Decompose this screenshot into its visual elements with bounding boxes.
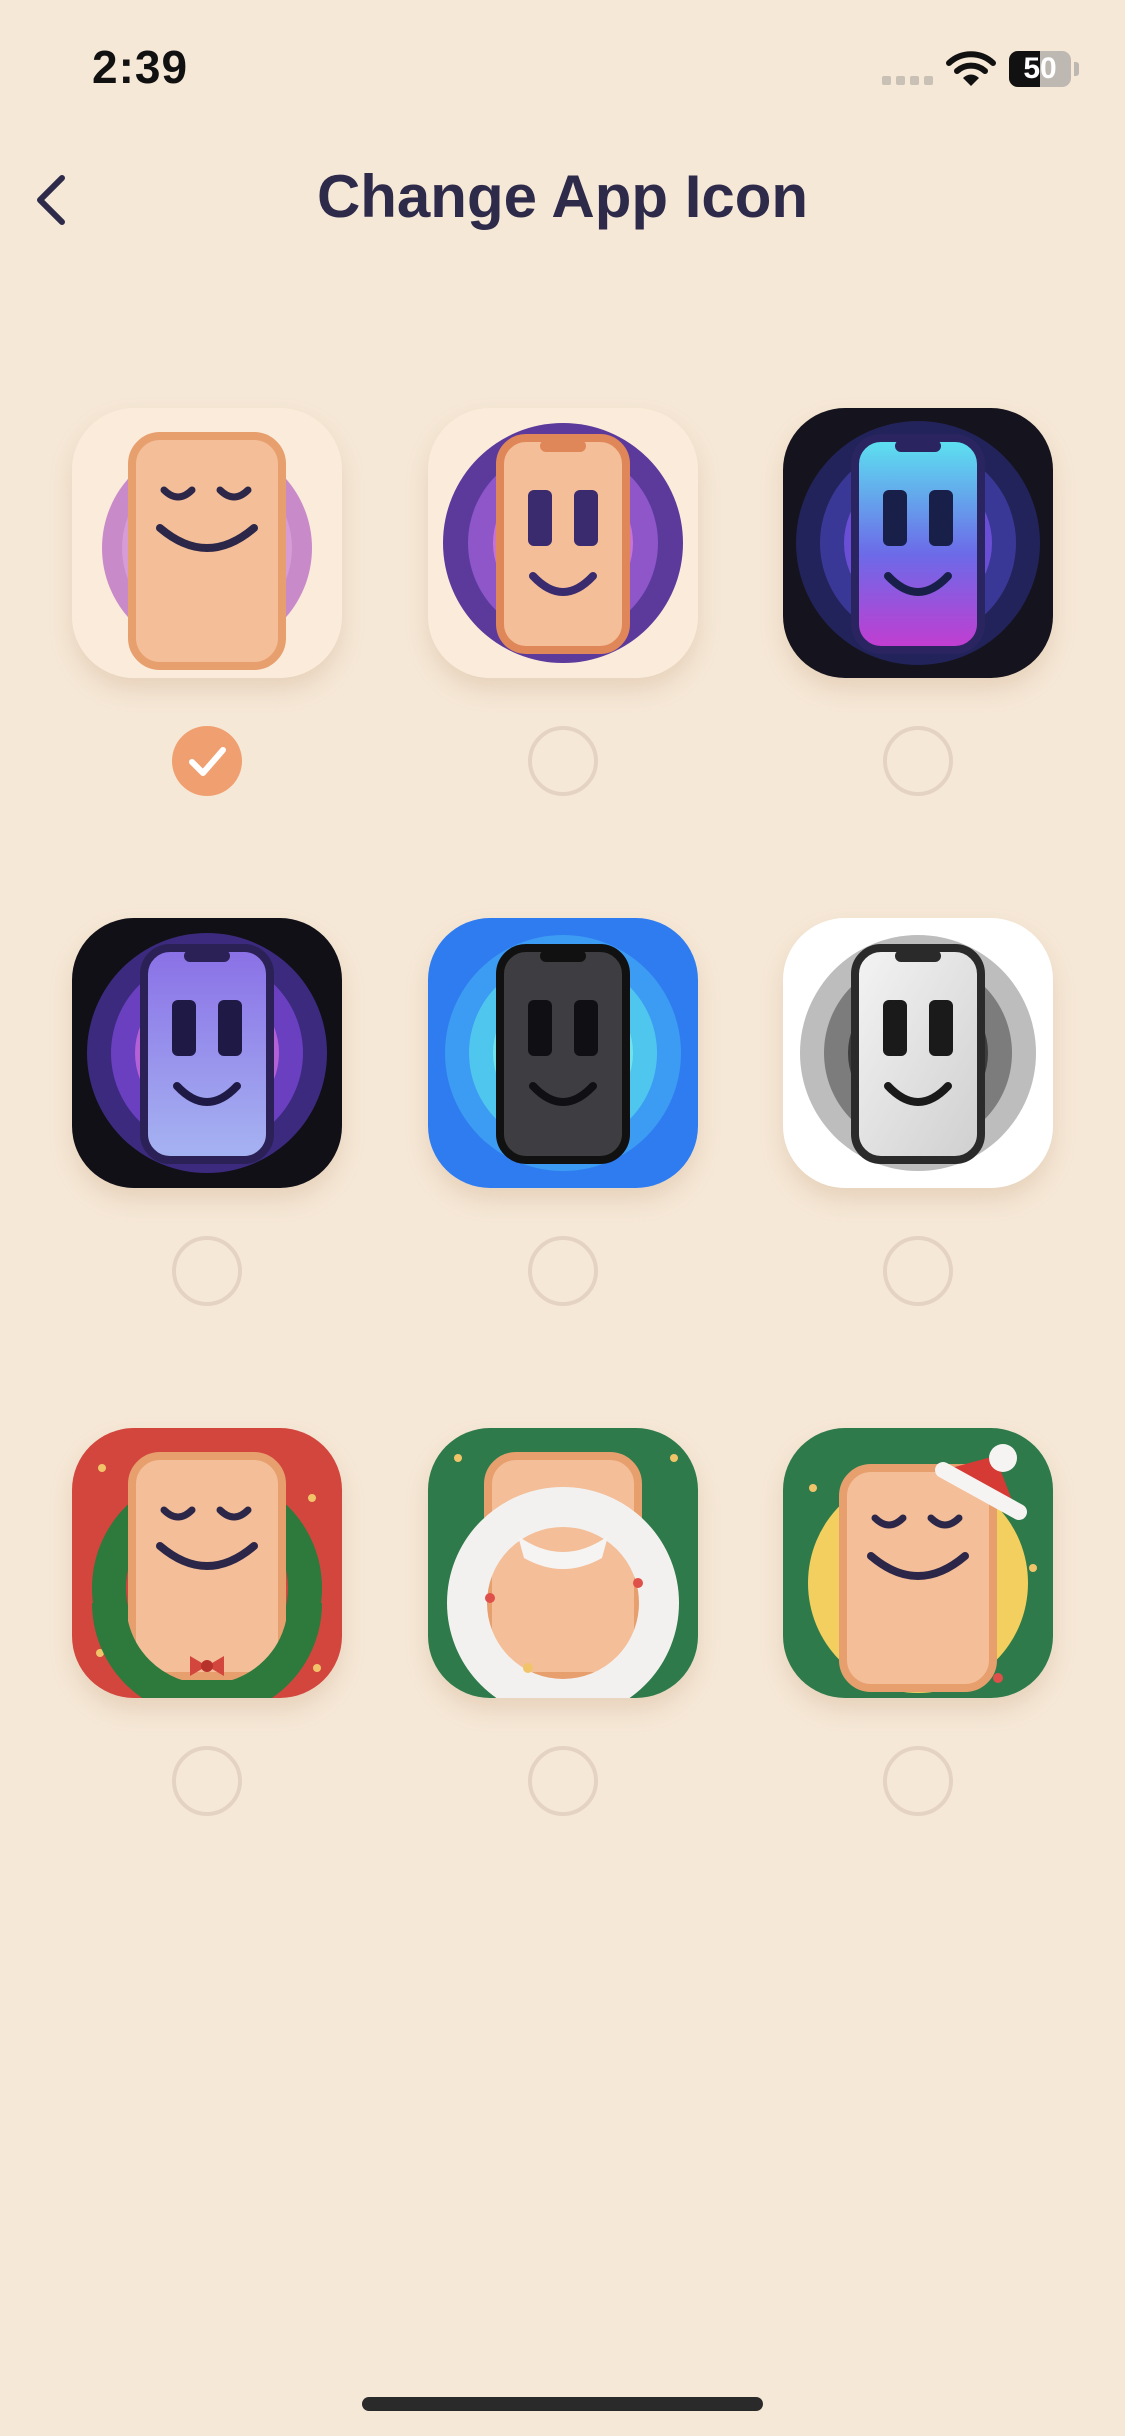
icon-option-santa-hat[interactable] [783, 1428, 1053, 1828]
change-app-icon-screen: 2:39 50 Change App Icon [0, 0, 1125, 2436]
icon-option-purple-dark[interactable] [72, 918, 342, 1318]
icon-option-purple-smile-light[interactable] [428, 408, 698, 808]
app-icon-monochrome [783, 918, 1053, 1188]
app-icon-classic-sleepy [72, 408, 342, 678]
app-icon-santa-hat [783, 1428, 1053, 1698]
icon-option-monochrome[interactable] [783, 918, 1053, 1318]
icon-radio-neon-dark[interactable] [883, 726, 953, 796]
icon-option-blue-black-phone[interactable] [428, 918, 698, 1318]
battery-cap [1074, 62, 1079, 76]
status-time: 2:39 [92, 41, 189, 93]
icon-radio-purple-smile-light[interactable] [528, 726, 598, 796]
app-icon-purple-dark [72, 918, 342, 1188]
icon-option-santa-beard[interactable] [428, 1428, 698, 1828]
status-bar: 2:39 50 [0, 0, 1125, 140]
checkmark-icon [189, 747, 226, 776]
icon-option-neon-dark[interactable] [783, 408, 1053, 808]
page-title: Change App Icon [316, 163, 809, 230]
app-icon-santa-beard [428, 1428, 698, 1698]
icon-radio-monochrome[interactable] [883, 1236, 953, 1306]
home-indicator [362, 2397, 763, 2411]
icon-option-christmas-wreath[interactable] [72, 1428, 342, 1828]
battery-icon: 50 [1009, 51, 1071, 87]
battery-level: 50 [1023, 52, 1057, 85]
icon-radio-blue-black-phone[interactable] [528, 1236, 598, 1306]
icon-radio-santa-beard[interactable] [528, 1746, 598, 1816]
wifi-icon [946, 51, 996, 86]
icon-radio-christmas-wreath[interactable] [172, 1746, 242, 1816]
icon-radio-purple-dark[interactable] [172, 1236, 242, 1306]
app-icon-purple-smile-light [428, 408, 698, 678]
app-icon-blue-black-phone [428, 918, 698, 1188]
cellular-signal-icon [882, 72, 938, 90]
icon-option-classic-sleepy[interactable] [72, 408, 342, 808]
icon-radio-santa-hat[interactable] [883, 1746, 953, 1816]
app-icon-neon-dark [783, 408, 1053, 678]
app-icon-christmas-wreath [72, 1428, 342, 1698]
icon-radio-classic-sleepy[interactable] [172, 726, 242, 796]
